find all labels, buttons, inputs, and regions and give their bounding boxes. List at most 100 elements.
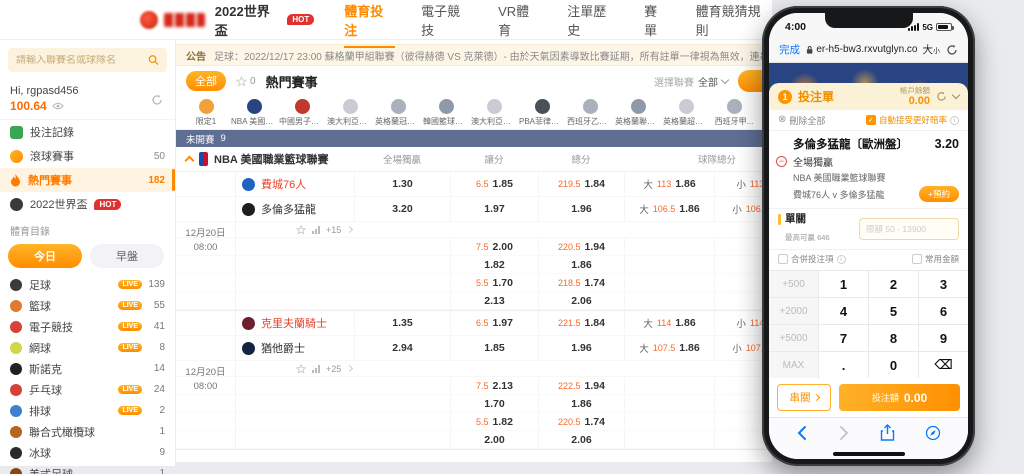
keypad-key[interactable]: MAX <box>769 352 818 378</box>
keypad-key[interactable]: 5 <box>869 298 918 324</box>
more-markets-count[interactable]: +15 <box>326 225 341 235</box>
odds-win[interactable]: 1.35 <box>354 311 450 335</box>
nav-item[interactable]: 注單歷史 <box>567 0 618 48</box>
odds-win[interactable]: 3.20 <box>354 197 450 221</box>
reserve-button[interactable]: +預約 <box>919 186 959 202</box>
nav-item[interactable]: 賽單 <box>644 0 669 48</box>
merge-bets-checkbox[interactable]: 合併投注項 i <box>778 253 846 265</box>
sidebar-sport-item[interactable]: 乒乓球 LIVE 24 <box>0 379 175 400</box>
chevron-right-icon[interactable] <box>346 226 353 233</box>
sidebar-item-bet-records[interactable]: 投注記錄 <box>0 120 175 144</box>
sidebar-sport-item[interactable]: 排球 LIVE 2 <box>0 400 175 421</box>
odds-team-total-over[interactable]: 大107.51.86 <box>624 336 714 360</box>
keypad-key[interactable]: . <box>819 352 868 378</box>
odds-total-alt[interactable]: 2.06 <box>538 292 624 309</box>
odds-total-alt[interactable]: 220.51.74 <box>538 413 624 430</box>
odds-total-alt[interactable]: 1.86 <box>538 395 624 412</box>
odds-spread-alt[interactable]: 2.13 <box>450 292 538 309</box>
keypad-key[interactable]: 8 <box>869 325 918 351</box>
collapse-slip-icon[interactable] <box>952 91 960 99</box>
odds-total[interactable]: 1.96 <box>538 336 624 360</box>
odds-spread-alt[interactable]: 2.00 <box>450 431 538 448</box>
league-chip[interactable]: 中國男子籃... <box>278 97 326 129</box>
keypad-key[interactable]: +5000 <box>769 325 818 351</box>
stake-input[interactable] <box>859 218 959 240</box>
tab-today[interactable]: 今日 <box>8 244 82 268</box>
sidebar-item-live-events[interactable]: 滾球賽事 50 <box>0 144 175 168</box>
sidebar-sport-item[interactable]: 籃球 LIVE 55 <box>0 295 175 316</box>
favorite-star-icon[interactable] <box>296 225 306 235</box>
league-chip[interactable]: 韓國籃球聯... <box>422 97 470 129</box>
league-chip[interactable]: NBA 美國職... <box>230 97 278 129</box>
league-chip[interactable]: 英格蘭聯賽... <box>614 97 662 129</box>
sidebar-item-hot-events[interactable]: 熱門賽事 182 <box>0 168 175 192</box>
league-chip[interactable]: 英格蘭超級... <box>662 97 710 129</box>
search-box[interactable] <box>8 48 167 72</box>
tab-early[interactable]: 早盤 <box>90 244 164 268</box>
odds-total-alt[interactable]: 218.51.74 <box>538 274 624 291</box>
odds-spread[interactable]: 6.51.97 <box>450 311 538 335</box>
keypad-key[interactable]: ⌫ <box>919 352 968 378</box>
sidebar-sport-item[interactable]: 冰球 LIVE 9 <box>0 442 175 463</box>
odds-total[interactable]: 221.51.84 <box>538 311 624 335</box>
keypad-key[interactable]: +500 <box>769 271 818 297</box>
odds-team-total-over[interactable]: 大106.51.86 <box>624 197 714 221</box>
odds-spread-alt[interactable]: 1.70 <box>450 395 538 412</box>
chevron-right-icon[interactable] <box>346 365 353 372</box>
odds-team-total-over[interactable]: 大1131.86 <box>624 172 714 196</box>
delete-all-button[interactable]: ⊗ 刪除全部 <box>778 114 825 127</box>
refresh-balance-icon[interactable] <box>151 94 163 106</box>
sidebar-sport-item[interactable]: 電子競技 LIVE 41 <box>0 316 175 337</box>
search-input[interactable] <box>16 55 148 66</box>
odds-total-alt[interactable]: 2.06 <box>538 431 624 448</box>
odds-spread-alt[interactable]: 7.52.00 <box>450 238 538 255</box>
odds-total-alt[interactable]: 222.51.94 <box>538 377 624 394</box>
place-bet-button[interactable]: 投注額 0.00 <box>839 384 960 411</box>
more-markets-count[interactable]: +25 <box>326 364 341 374</box>
sidebar-sport-item[interactable]: 網球 LIVE 8 <box>0 337 175 358</box>
betslip-header[interactable]: 1 投注單 帳戶餘額 0.00 <box>769 83 968 110</box>
odds-spread[interactable]: 1.85 <box>450 336 538 360</box>
keypad-key[interactable]: 6 <box>919 298 968 324</box>
league-chip[interactable]: 英格蘭冠軍... <box>374 97 422 129</box>
search-icon[interactable] <box>148 54 159 66</box>
odds-spread[interactable]: 6.51.85 <box>450 172 538 196</box>
team[interactable]: 猶他爵士 <box>236 340 354 356</box>
favorite-star-icon[interactable] <box>296 364 306 374</box>
auto-accept-toggle[interactable]: ✓ 自動接受更好賠率 i <box>866 114 959 126</box>
odds-team-total-over[interactable]: 大1141.86 <box>624 311 714 335</box>
eye-icon[interactable] <box>52 102 64 110</box>
league-chip[interactable]: 限定1 <box>182 97 230 129</box>
filter-all-button[interactable]: 全部 <box>186 71 226 91</box>
brand-title[interactable]: 2022世界盃 <box>215 1 282 39</box>
text-size-button[interactable]: 大小 <box>923 42 941 57</box>
league-chip[interactable]: 西班牙甲... <box>710 97 758 129</box>
team[interactable]: 多倫多猛龍 <box>236 201 354 217</box>
odds-spread-alt[interactable]: 7.52.13 <box>450 377 538 394</box>
league-chip[interactable]: 澳大利亞甲... <box>326 97 374 129</box>
done-button[interactable]: 完成 <box>779 42 800 57</box>
stats-icon[interactable] <box>312 365 320 373</box>
odds-total-alt[interactable]: 220.51.94 <box>538 238 624 255</box>
league-chip[interactable]: PBA菲律賓甲... <box>518 97 566 129</box>
collapse-icon[interactable] <box>185 156 195 166</box>
compass-icon[interactable] <box>925 425 941 441</box>
keypad-key[interactable]: 3 <box>919 271 968 297</box>
league-chip[interactable]: 西班牙乙級... <box>566 97 614 129</box>
odds-spread-alt[interactable]: 5.51.70 <box>450 274 538 291</box>
keypad-key[interactable]: 0 <box>869 352 918 378</box>
odds-spread[interactable]: 1.97 <box>450 197 538 221</box>
refresh-icon[interactable] <box>936 91 947 102</box>
address-field[interactable]: er-h5-bw3.rxvutglyn.com <box>806 44 917 55</box>
share-icon[interactable] <box>880 424 895 441</box>
common-amount-checkbox[interactable]: 常用金額 <box>912 253 959 265</box>
forward-icon[interactable] <box>838 425 850 441</box>
keypad-key[interactable]: 1 <box>819 271 868 297</box>
odds-spread-alt[interactable]: 1.82 <box>450 256 538 273</box>
nav-item[interactable]: 體育競猜規則 <box>696 0 772 48</box>
favorites-counter[interactable]: 0 <box>236 76 256 87</box>
sidebar-sport-item[interactable]: 斯諾克 LIVE 14 <box>0 358 175 379</box>
parlay-button[interactable]: 串關 <box>777 384 831 411</box>
nav-item[interactable]: VR體育 <box>498 0 541 48</box>
odds-win[interactable]: 2.94 <box>354 336 450 360</box>
